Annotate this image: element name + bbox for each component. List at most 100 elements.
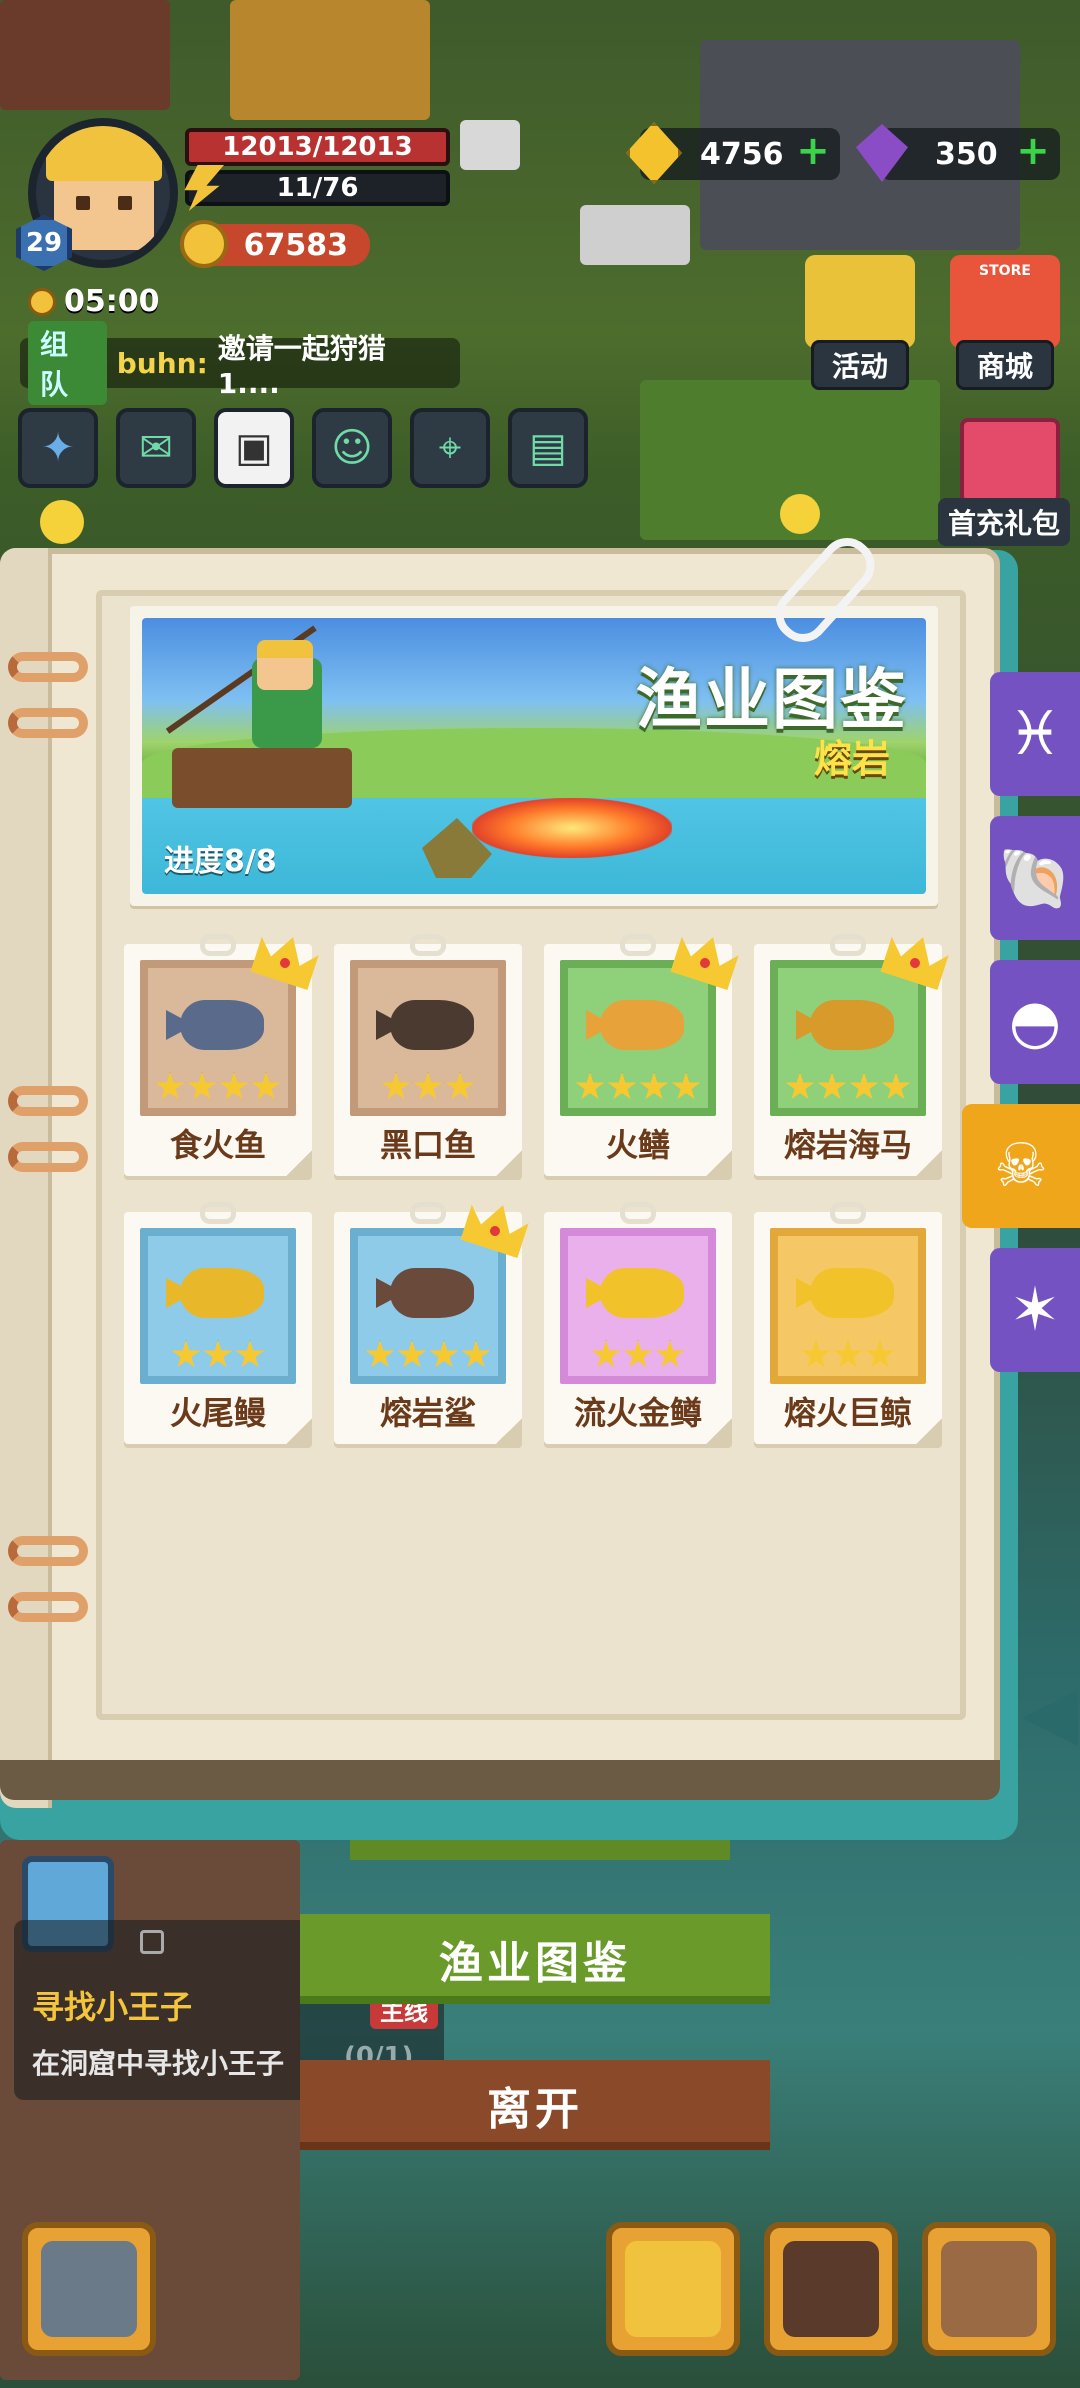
fish-portrait (140, 960, 296, 1116)
fish-icon: ♓ (1008, 699, 1062, 769)
star-rating (155, 1072, 281, 1102)
star-icon (251, 1072, 281, 1100)
first-recharge-gift-label[interactable]: 首充礼包 (937, 498, 1070, 546)
starfish-icon: ✶ (1009, 1275, 1061, 1345)
scenery-cow (460, 120, 520, 170)
fish-card[interactable]: 熔岩鲨 (334, 1212, 522, 1444)
fish-image (390, 1000, 474, 1050)
shell-icon: 🐚 (997, 843, 1073, 914)
add-gold-button[interactable]: + (796, 131, 830, 171)
star-icon (833, 1340, 863, 1368)
backpack-icon (941, 2241, 1037, 2337)
tab-skull-octopus[interactable]: ☠ (962, 1104, 1080, 1228)
fish-portrait (140, 1228, 296, 1384)
card-clip-icon (200, 934, 236, 956)
book-cover-bottom (0, 1760, 1000, 1800)
store-label: 商城 (955, 340, 1054, 390)
chat-sender: buhn: (116, 346, 208, 380)
fish-card[interactable]: 熔岩海马 (754, 944, 942, 1176)
activity-button[interactable]: 活动 (790, 255, 930, 390)
fish-portrait (770, 1228, 926, 1384)
badge-icon[interactable]: ▤ (508, 408, 588, 488)
chat-channel: 组队 (28, 321, 107, 405)
chat-icon[interactable]: ☺ (312, 408, 392, 488)
star-icon (575, 1072, 605, 1100)
mail-icon[interactable]: ✉ (116, 408, 196, 488)
star-icon (591, 1340, 621, 1368)
fish-image (180, 1268, 264, 1318)
coin-icon (180, 220, 228, 268)
lava-pool-image (472, 798, 672, 858)
pets-icon (783, 2241, 879, 2337)
tab-shell[interactable]: 🐚 (990, 816, 1080, 940)
fish-name: 食火鱼 (169, 1126, 266, 1164)
leave-button[interactable]: 离开 (300, 2060, 770, 2150)
collapse-arrow-icon[interactable] (1022, 1690, 1078, 1746)
quest-checkbox[interactable] (140, 1930, 164, 1954)
store-sign-label: STORE (979, 263, 1031, 279)
tab-fish[interactable]: ♓ (990, 672, 1080, 796)
tab-starfish[interactable]: ✶ (990, 1248, 1080, 1372)
fish-card[interactable]: 食火鱼 (124, 944, 312, 1176)
character-button[interactable] (606, 2222, 740, 2356)
fish-card[interactable]: 熔火巨鲸 (754, 1202, 942, 1444)
fish-name: 火尾鳗 (169, 1394, 266, 1432)
backpack-button[interactable] (922, 2222, 1056, 2356)
quest-description: 在洞窟中寻找小王子 (32, 2047, 285, 2080)
star-icon (785, 1072, 815, 1100)
star-icon (235, 1340, 265, 1368)
chat-message: 邀请一起狩猎 1.... (217, 331, 386, 400)
trophy-icon (805, 255, 915, 348)
sun-icon (28, 287, 56, 316)
binder-ring (8, 1142, 88, 1172)
scenery-cow-2 (580, 205, 690, 265)
character-icon (625, 2241, 721, 2337)
star-icon (171, 1340, 201, 1368)
fish-card[interactable]: 黑口鱼 (334, 934, 522, 1176)
star-icon (429, 1340, 459, 1368)
activity-label: 活动 (810, 340, 909, 390)
hammer-button[interactable] (22, 2222, 156, 2356)
gem-value: 350 (935, 136, 998, 172)
fish-name: 流火金鳟 (573, 1394, 702, 1432)
star-rating (171, 1340, 265, 1370)
store-button[interactable]: STORE 商城 (935, 255, 1075, 390)
card-clip-icon (410, 934, 446, 956)
gold-value: 4756 (700, 136, 784, 172)
store-icon: STORE (950, 255, 1060, 348)
codex-banner: 渔业图鉴 熔岩 进度8/8 (130, 606, 938, 906)
codex-region: 熔岩 (813, 737, 890, 781)
map-icon[interactable]: ⌖ (410, 408, 490, 488)
angler-head-image (257, 640, 313, 690)
star-icon (655, 1340, 685, 1368)
star-icon (381, 1072, 411, 1100)
binder-ring (8, 708, 88, 738)
fish-card[interactable]: 火鳝 (544, 944, 732, 1176)
star-icon (849, 1072, 879, 1100)
codex-progress: 进度8/8 (164, 844, 277, 879)
pet-icon[interactable]: ▣ (214, 408, 294, 488)
dock-image (172, 748, 352, 808)
game-clock: 05:00 (28, 284, 160, 319)
star-icon (817, 1072, 847, 1100)
star-icon (801, 1340, 831, 1368)
star-icon (639, 1072, 669, 1100)
fish-card[interactable]: 火尾鳗 (124, 1202, 312, 1444)
card-clip-icon (830, 1202, 866, 1224)
pets-button[interactable] (764, 2222, 898, 2356)
star-icon (365, 1340, 395, 1368)
fish-name: 黑口鱼 (379, 1126, 476, 1164)
binder-ring (8, 1536, 88, 1566)
add-gem-button[interactable]: + (1016, 131, 1050, 171)
gift-icon[interactable] (960, 418, 1060, 504)
star-rating (575, 1072, 701, 1102)
fishing-codex-button[interactable]: 渔业图鉴 (300, 1914, 770, 2004)
fish-grid: 食火鱼 黑口鱼 火鳝 熔岩海马火尾鳗 熔岩鲨 流火金鳟 熔火巨鲸 (124, 944, 944, 1444)
tab-clam[interactable]: ◓ (990, 960, 1080, 1084)
chat-bar[interactable]: 组队 buhn: 邀请一起狩猎 1.... (20, 321, 460, 405)
grid-icon[interactable]: ✦ (18, 408, 98, 488)
fish-name: 熔岩鲨 (379, 1394, 476, 1432)
fish-card[interactable]: 流火金鳟 (544, 1202, 732, 1444)
star-rating (785, 1072, 911, 1102)
star-icon (881, 1072, 911, 1100)
